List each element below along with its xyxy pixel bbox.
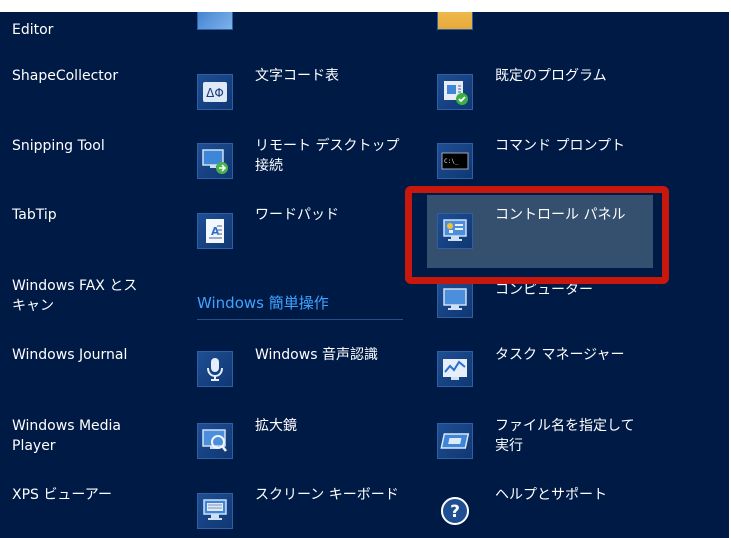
- svg-text:ΔΦ: ΔΦ: [206, 86, 224, 100]
- notepad-icon: [197, 12, 233, 30]
- svg-text:C:\_: C:\_: [444, 158, 459, 165]
- app-shapecollector[interactable]: ShapeCollector: [12, 66, 118, 86]
- app-default-programs[interactable]: 既定のプログラム: [495, 66, 607, 86]
- group-header-ease-of-access: Windows 簡単操作: [197, 294, 329, 312]
- app-on-screen-keyboard[interactable]: スクリーン キーボード: [255, 485, 399, 505]
- on-screen-keyboard-icon[interactable]: [197, 493, 233, 529]
- app-computer[interactable]: コンピューター: [495, 280, 593, 300]
- app-character-map[interactable]: 文字コード表: [255, 66, 339, 86]
- apps-view: Editor ShapeCollector Snipping Tool TabT…: [0, 12, 729, 538]
- wordpad-icon[interactable]: A: [197, 213, 233, 249]
- microphone-icon[interactable]: [197, 351, 233, 387]
- group-divider: [197, 319, 403, 320]
- app-windows-media-player[interactable]: Windows Media Player: [12, 416, 121, 456]
- app-tile-partial-2[interactable]: [255, 12, 295, 14]
- computer-icon[interactable]: [437, 282, 473, 318]
- app-tile-partial-1[interactable]: [12, 12, 152, 14]
- folder-icon: [437, 12, 473, 30]
- app-xps-viewer[interactable]: XPS ビューアー: [12, 485, 112, 505]
- run-icon[interactable]: [437, 423, 473, 459]
- app-windows-journal[interactable]: Windows Journal: [12, 345, 127, 365]
- help-icon[interactable]: ?: [437, 493, 473, 529]
- svg-text:?: ?: [450, 502, 460, 522]
- app-remote-desktop[interactable]: リモート デスクトップ 接続: [255, 136, 399, 176]
- command-prompt-icon[interactable]: C:\_: [437, 143, 473, 179]
- app-magnifier[interactable]: 拡大鏡: [255, 416, 297, 436]
- app-help-and-support[interactable]: ヘルプとサポート: [495, 485, 607, 505]
- app-control-panel[interactable]: コントロール パネル: [495, 205, 625, 225]
- control-panel-icon[interactable]: [437, 213, 473, 249]
- svg-text:A: A: [211, 225, 220, 238]
- magnifier-icon[interactable]: [197, 423, 233, 459]
- app-windows-speech-recognition[interactable]: Windows 音声認識: [255, 345, 378, 365]
- task-manager-icon[interactable]: [437, 351, 473, 387]
- remote-desktop-icon[interactable]: [197, 143, 233, 179]
- default-programs-icon[interactable]: [437, 74, 473, 110]
- app-run[interactable]: ファイル名を指定して 実行: [495, 416, 635, 456]
- app-tile-partial-3[interactable]: [494, 12, 554, 14]
- app-task-manager[interactable]: タスク マネージャー: [495, 345, 624, 365]
- app-snipping-tool[interactable]: Snipping Tool: [12, 136, 105, 156]
- app-wordpad[interactable]: ワードパッド: [255, 205, 339, 225]
- character-map-icon[interactable]: ΔΦ: [197, 74, 233, 110]
- app-label-editor[interactable]: Editor: [12, 20, 53, 40]
- app-windows-fax-scan[interactable]: Windows FAX とス キャン: [12, 276, 137, 316]
- app-tabtip[interactable]: TabTip: [12, 205, 57, 225]
- app-command-prompt[interactable]: コマンド プロンプト: [495, 136, 625, 156]
